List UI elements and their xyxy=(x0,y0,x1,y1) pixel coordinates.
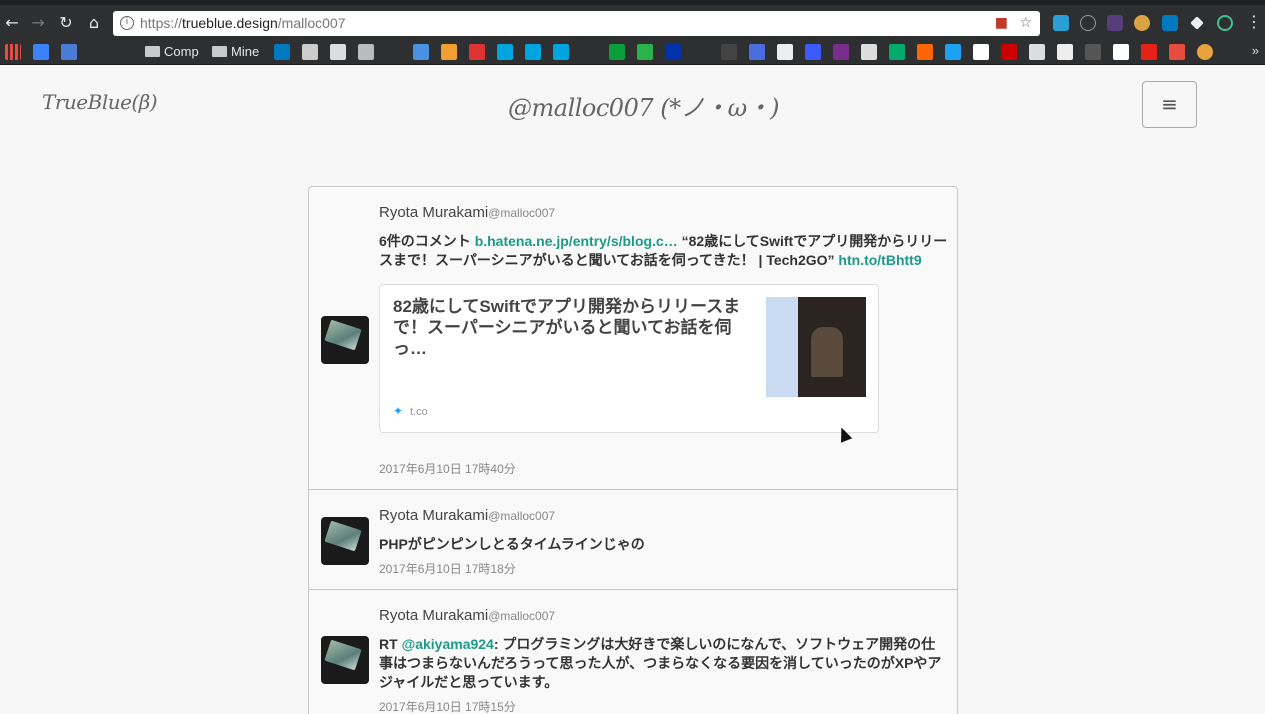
address-bar[interactable]: i https://trueblue.design/malloc007 ■ ☆ xyxy=(113,11,1040,36)
bookmark-star-icon[interactable]: ☆ xyxy=(1019,15,1032,31)
reload-icon[interactable]: ↻ xyxy=(56,13,76,33)
avatar[interactable] xyxy=(321,636,369,684)
tweet-timestamp[interactable]: 2017年6月10日 17時18分 xyxy=(379,560,516,577)
tweet-author[interactable]: Ryota Murakami@malloc007 xyxy=(379,204,555,221)
hamburger-menu-button[interactable]: ≡ xyxy=(1142,81,1197,128)
tweet-author[interactable]: Ryota Murakami@malloc007 xyxy=(379,607,555,624)
page-title: @malloc007 (*ノ・ω・) xyxy=(508,94,780,122)
extension-target-icon[interactable] xyxy=(1217,15,1233,31)
extension-tabs-icon[interactable] xyxy=(1053,15,1069,31)
apps-grid-icon[interactable] xyxy=(5,44,21,60)
tweet-text: PHPがピンピンしとるタイムラインじゃの xyxy=(379,536,645,552)
extension-bootstrap-icon[interactable] xyxy=(1107,15,1123,31)
twitter-bird-icon: ✦ xyxy=(393,404,404,418)
folder-icon xyxy=(212,46,227,57)
bookmarks-bar: Comp Mine » xyxy=(0,40,1265,65)
folder-icon xyxy=(145,46,160,57)
extension-pen-icon[interactable] xyxy=(1190,16,1204,30)
link-card[interactable]: 82歳にしてSwiftでアプリ開発からリリースまで！スーパーシニアがいると聞いて… xyxy=(379,284,879,433)
bookmark-trello3-icon[interactable] xyxy=(330,44,346,60)
bookmark-w-icon[interactable] xyxy=(441,44,457,60)
back-icon[interactable]: ← xyxy=(2,13,22,33)
bookmark-play-icon[interactable] xyxy=(1113,44,1129,60)
browser-toolbar: ← → ↻ ⌂ i https://trueblue.design/malloc… xyxy=(0,0,1265,40)
bookmark-translate-icon[interactable] xyxy=(413,44,429,60)
bookmark-e-icon[interactable] xyxy=(777,44,793,60)
bookmark-hatena-icon[interactable] xyxy=(497,44,513,60)
bookmark-hatena2-icon[interactable] xyxy=(525,44,541,60)
bookmark-f-icon[interactable] xyxy=(833,44,849,60)
tweet-link[interactable]: b.hatena.ne.jp/entry/s/blog.c… xyxy=(475,233,678,249)
menu-icon: ≡ xyxy=(1161,92,1178,116)
bookmark-folder-comp[interactable]: Comp xyxy=(145,44,199,60)
extension-cookie-icon[interactable] xyxy=(1134,15,1150,31)
bookmark-j-icon[interactable] xyxy=(1001,44,1017,60)
bookmark-blue-icon[interactable] xyxy=(749,44,765,60)
tweet-item: Ryota Murakami@malloc007 RT @akiyama924:… xyxy=(309,590,957,714)
bookmark-techcrunch-icon[interactable] xyxy=(609,44,625,60)
tweet-text: 6件のコメント b.hatena.ne.jp/entry/s/blog.c… “… xyxy=(379,233,948,268)
card-thumbnail xyxy=(766,297,866,397)
bookmark-trello4-icon[interactable] xyxy=(358,44,374,60)
card-source: ✦ t.co xyxy=(393,404,428,418)
extension-info-icon[interactable] xyxy=(1080,15,1096,31)
bookmark-v-icon[interactable] xyxy=(917,44,933,60)
bookmarks-overflow-icon[interactable]: » xyxy=(1252,43,1259,58)
tweet-text: RT @akiyama924: プログラミングは大好きで楽しいのになんで、ソフト… xyxy=(379,636,942,690)
bookmark-bbc-icon[interactable] xyxy=(1085,44,1101,60)
chrome-menu-icon[interactable]: ⋮ xyxy=(1244,12,1264,32)
bookmark-news-icon[interactable] xyxy=(1029,44,1045,60)
bookmark-nhk-icon[interactable] xyxy=(469,44,485,60)
bookmark-n-icon[interactable] xyxy=(973,44,989,60)
avatar[interactable] xyxy=(321,316,369,364)
home-icon[interactable]: ⌂ xyxy=(84,13,104,33)
extension-trello-icon[interactable] xyxy=(1162,15,1178,31)
bookmark-slack-icon[interactable] xyxy=(1197,44,1213,60)
mention-link[interactable]: @akiyama924 xyxy=(402,636,494,652)
site-brand[interactable]: TrueBlue(β) xyxy=(42,90,158,114)
site-info-icon[interactable]: i xyxy=(120,16,134,30)
tweet-item: Ryota Murakami@malloc007 6件のコメント b.haten… xyxy=(309,187,957,490)
bookmark-calendar-icon[interactable] xyxy=(61,44,77,60)
avatar[interactable] xyxy=(321,517,369,565)
address-url[interactable]: https://trueblue.design/malloc007 xyxy=(140,15,345,31)
bookmark-hatena3-icon[interactable] xyxy=(553,44,569,60)
bookmark-sf-icon[interactable] xyxy=(721,44,737,60)
tab-strip xyxy=(0,0,1265,5)
bookmark-it-icon[interactable] xyxy=(1057,44,1073,60)
tweet-link[interactable]: htn.to/tBhtt9 xyxy=(838,252,921,268)
bookmark-twitter-icon[interactable] xyxy=(945,44,961,60)
page-content: TrueBlue(β) @malloc007 (*ノ・ω・) ≡ Ryota M… xyxy=(0,66,1265,714)
bookmark-trello2-icon[interactable] xyxy=(302,44,318,60)
forward-icon[interactable]: → xyxy=(28,13,48,33)
bookmark-trello-icon[interactable] xyxy=(274,44,290,60)
tweet-item: Ryota Murakami@malloc007 PHPがピンピンしとるタイムラ… xyxy=(309,490,957,590)
tweet-timestamp[interactable]: 2017年6月10日 17時40分 xyxy=(379,460,516,477)
bookmark-t-icon[interactable] xyxy=(1169,44,1185,60)
bookmark-dots-icon[interactable] xyxy=(805,44,821,60)
card-title: 82歳にしてSwiftでアプリ開発からリリースまで！スーパーシニアがいると聞いて… xyxy=(393,297,741,358)
bookmark-folder-mine[interactable]: Mine xyxy=(212,44,259,60)
bookmark-medium-icon[interactable] xyxy=(889,44,905,60)
tweet-author[interactable]: Ryota Murakami@malloc007 xyxy=(379,507,555,524)
bookmark-youtube-icon[interactable] xyxy=(1141,44,1157,60)
tracking-shield-icon[interactable]: ■ xyxy=(995,15,1008,31)
bookmark-feedly-icon[interactable] xyxy=(637,44,653,60)
bookmark-reddit-icon[interactable] xyxy=(861,44,877,60)
tweet-timeline: Ryota Murakami@malloc007 6件のコメント b.haten… xyxy=(308,186,958,714)
bookmark-tasks-icon[interactable] xyxy=(33,44,49,60)
bookmark-gizmodo-icon[interactable] xyxy=(665,44,681,60)
tweet-timestamp[interactable]: 2017年6月10日 17時15分 xyxy=(379,698,516,714)
